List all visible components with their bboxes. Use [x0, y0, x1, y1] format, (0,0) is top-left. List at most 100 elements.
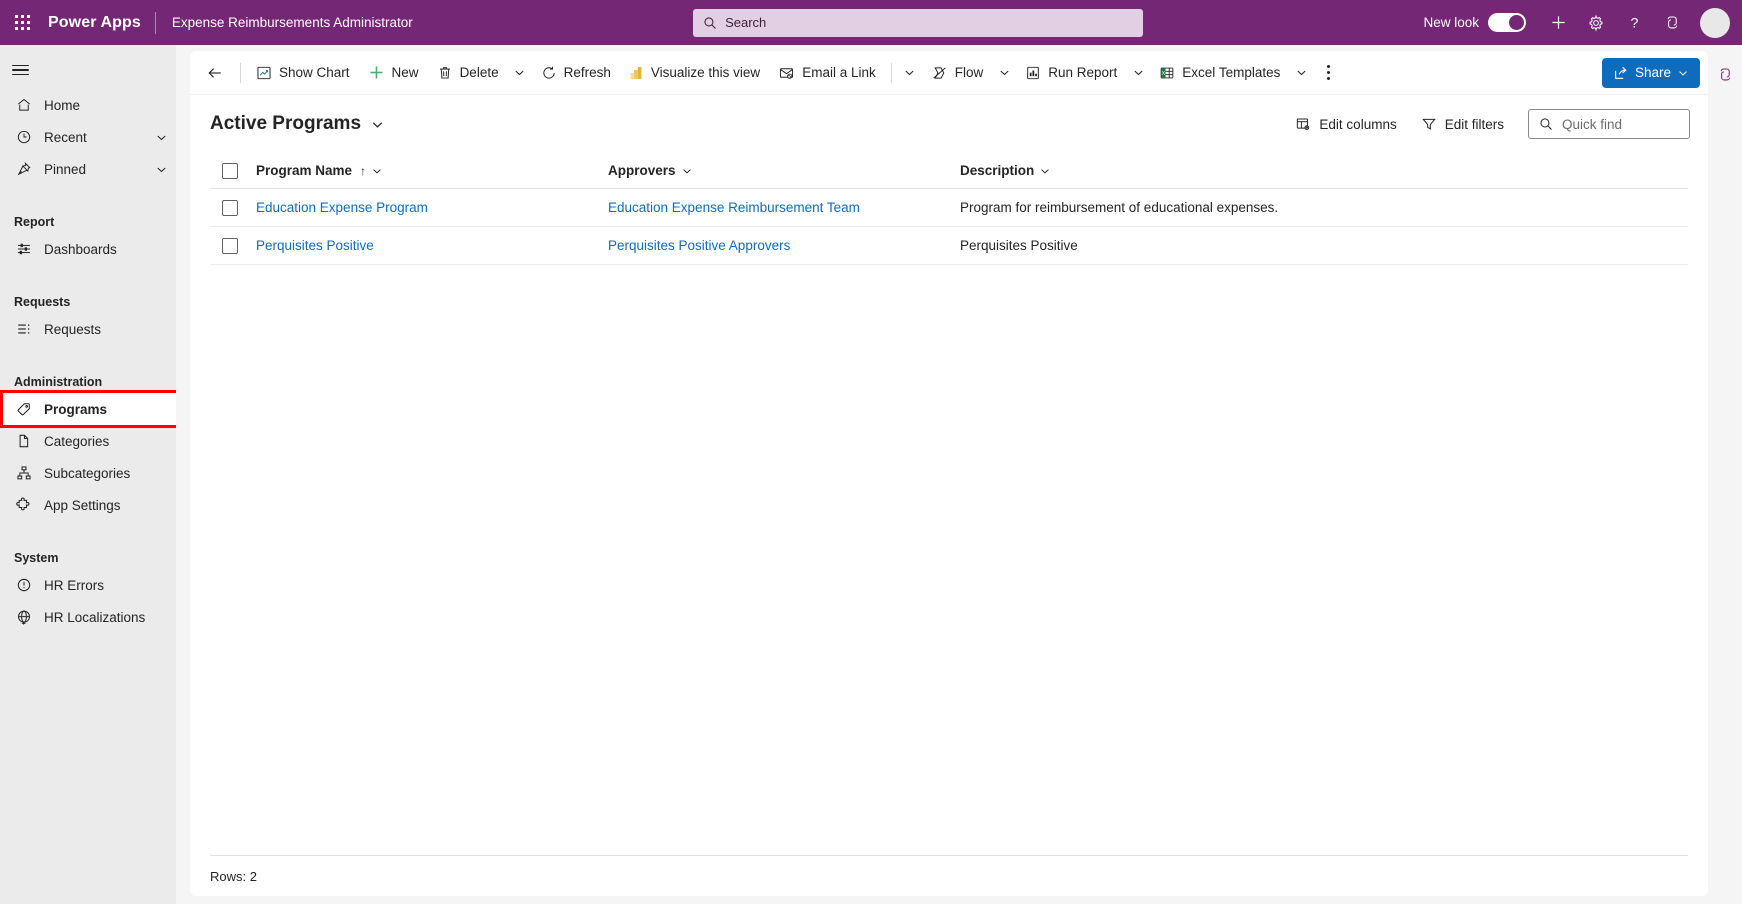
quick-find-input[interactable]: Quick find	[1528, 109, 1690, 139]
list-icon	[14, 321, 34, 337]
chevron-down-icon[interactable]	[155, 163, 168, 176]
sidebar-item-requests[interactable]: Requests	[0, 313, 176, 345]
select-all-checkbox[interactable]	[222, 162, 238, 179]
report-icon	[1025, 65, 1041, 81]
email-link-icon	[778, 65, 795, 81]
sidebar-item-programs[interactable]: Programs	[0, 393, 176, 425]
share-label: Share	[1634, 65, 1671, 80]
table-row[interactable]: Perquisites Positive Perquisites Positiv…	[210, 227, 1688, 265]
chevron-down-icon[interactable]	[1039, 165, 1051, 177]
refresh-button[interactable]: Refresh	[532, 57, 620, 89]
row-count-label: Rows: 2	[210, 868, 257, 884]
flow-button[interactable]: Flow	[922, 57, 993, 89]
chevron-down-icon[interactable]	[681, 165, 693, 177]
puzzle-icon	[14, 497, 34, 513]
new-look-switch[interactable]	[1488, 13, 1526, 32]
chevron-down-icon[interactable]	[371, 165, 383, 177]
view-selector-chevron-down-icon[interactable]	[370, 117, 385, 132]
command-bar: Show Chart New Delete Refresh Visualize …	[190, 51, 1708, 94]
approvers-link[interactable]: Perquisites Positive Approvers	[608, 238, 790, 253]
run-report-chevron-down-icon[interactable]	[1126, 57, 1150, 89]
show-chart-button[interactable]: Show Chart	[247, 57, 359, 89]
column-header-approvers[interactable]: Approvers	[608, 163, 960, 178]
flow-chevron-down-icon[interactable]	[992, 57, 1016, 89]
app-name-label: Expense Reimbursements Administrator	[171, 15, 413, 30]
column-header-description[interactable]: Description	[960, 163, 1688, 178]
more-commands-icon[interactable]	[1313, 57, 1343, 89]
plus-icon[interactable]	[1540, 5, 1576, 41]
document-icon	[14, 433, 34, 449]
help-icon[interactable]: ?	[1616, 5, 1652, 41]
column-header-label: Approvers	[608, 163, 676, 178]
refresh-label: Refresh	[563, 65, 611, 80]
svg-text:?: ?	[1630, 15, 1638, 31]
copilot-icon[interactable]	[1654, 5, 1690, 41]
excel-templates-chevron-down-icon[interactable]	[1289, 57, 1313, 89]
approvers-link[interactable]: Education Expense Reimbursement Team	[608, 200, 860, 215]
email-a-link-button[interactable]: Email a Link	[769, 57, 885, 89]
edit-columns-label: Edit columns	[1319, 116, 1397, 132]
edit-columns-button[interactable]: Edit columns	[1285, 108, 1406, 140]
edit-filters-button[interactable]: Edit filters	[1411, 108, 1514, 140]
sidebar-item-label: HR Localizations	[44, 609, 146, 625]
app-root: Power Apps Expense Reimbursements Admini…	[0, 0, 1742, 904]
sidebar-item-recent[interactable]: Recent	[0, 121, 176, 153]
gear-icon[interactable]	[1578, 5, 1614, 41]
sidebar-item-categories[interactable]: Categories	[0, 425, 176, 457]
user-avatar[interactable]	[1700, 7, 1730, 38]
page-title[interactable]: Active Programs	[210, 113, 361, 135]
cell-program-name: Education Expense Program	[256, 200, 608, 215]
sidebar-item-label: Recent	[44, 129, 87, 145]
description-text: Program for reimbursement of educational…	[960, 200, 1279, 215]
column-header-program-name[interactable]: Program Name ↑	[256, 163, 608, 178]
share-icon	[1613, 65, 1629, 81]
brand-title[interactable]: Power Apps	[44, 14, 155, 32]
grid-empty-space	[210, 265, 1688, 855]
sidebar-item-label: Categories	[44, 433, 110, 449]
new-look-label: New look	[1423, 15, 1479, 30]
cell-approvers: Perquisites Positive Approvers	[608, 238, 960, 253]
copilot-icon[interactable]	[1710, 59, 1740, 89]
sidebar-item-subcategories[interactable]: Subcategories	[0, 457, 176, 489]
sidebar-item-home[interactable]: Home	[0, 89, 176, 121]
tag-icon	[14, 401, 34, 417]
sidebar-item-label: Requests	[44, 321, 102, 337]
search-icon	[1539, 117, 1553, 131]
email-more-chevron-down-icon[interactable]	[898, 57, 922, 89]
hamburger-menu-icon[interactable]	[0, 51, 176, 89]
back-button[interactable]	[200, 58, 230, 88]
global-search-input[interactable]: Search	[693, 8, 1144, 37]
cell-description: Program for reimbursement of educational…	[960, 200, 1688, 215]
sidebar-item-app-settings[interactable]: App Settings	[0, 489, 176, 521]
share-button[interactable]: Share	[1601, 57, 1700, 88]
main-area: Show Chart New Delete Refresh Visualize …	[176, 45, 1742, 904]
delete-button[interactable]: Delete	[428, 57, 508, 89]
excel-templates-button[interactable]: X Excel Templates	[1150, 57, 1289, 89]
sidebar-item-dashboards[interactable]: Dashboards	[0, 233, 176, 265]
delete-more-chevron-down-icon[interactable]	[508, 57, 532, 89]
sidebar-item-hr-errors[interactable]: HR Errors	[0, 569, 176, 601]
cell-approvers: Education Expense Reimbursement Team	[608, 200, 960, 215]
dashboard-icon	[14, 241, 34, 257]
row-checkbox[interactable]	[222, 237, 238, 254]
program-name-link[interactable]: Perquisites Positive	[256, 238, 374, 253]
sidebar-item-label: HR Errors	[44, 577, 104, 593]
table-row[interactable]: Education Expense Program Education Expe…	[210, 189, 1688, 227]
sidebar-item-hr-localizations[interactable]: HR Localizations	[0, 601, 176, 633]
run-report-button[interactable]: Run Report	[1016, 57, 1126, 89]
edit-filters-label: Edit filters	[1444, 116, 1504, 132]
select-all-cell	[210, 162, 256, 179]
view-header-actions: Edit columns Edit filters Quick find	[1285, 108, 1690, 140]
column-header-label: Program Name	[256, 163, 353, 178]
global-search-placeholder: Search	[725, 15, 767, 30]
chevron-down-icon[interactable]	[155, 131, 168, 144]
sidebar-item-pinned[interactable]: Pinned	[0, 153, 176, 185]
new-look-toggle[interactable]: New look	[1423, 13, 1526, 32]
share-chevron-down-icon[interactable]	[1677, 67, 1689, 79]
visualize-this-view-button[interactable]: Visualize this view	[620, 57, 769, 89]
new-button[interactable]: New	[359, 57, 428, 89]
program-name-link[interactable]: Education Expense Program	[256, 200, 428, 215]
main-content: Show Chart New Delete Refresh Visualize …	[190, 51, 1708, 896]
row-checkbox[interactable]	[222, 199, 238, 216]
app-launcher-icon[interactable]	[0, 0, 44, 45]
